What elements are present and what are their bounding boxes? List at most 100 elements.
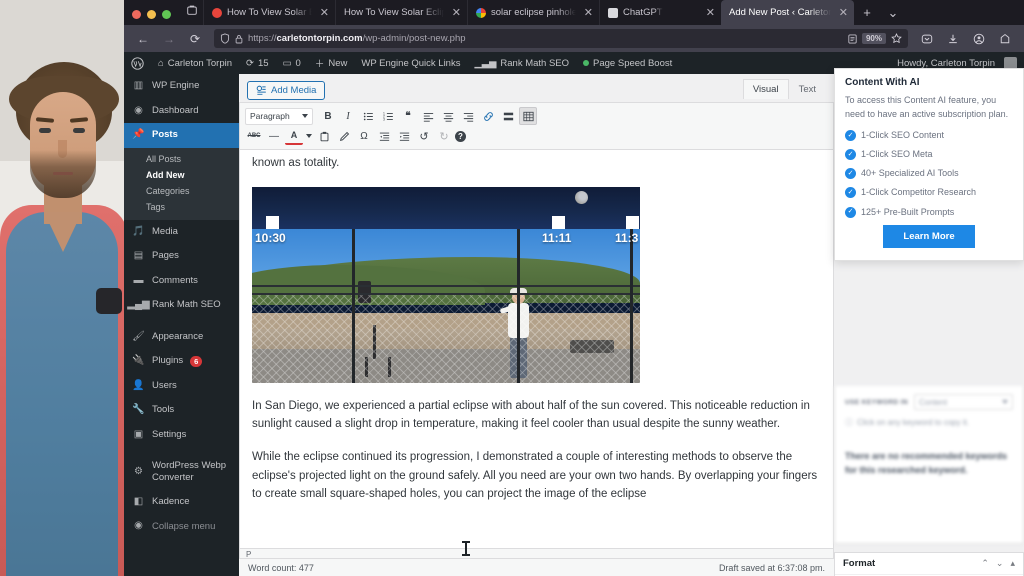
sidebar-item-dashboard[interactable]: ◉ Dashboard: [124, 99, 239, 124]
keyword-copy-hint-label: Click on any keyword to copy it.: [857, 418, 970, 427]
wp-engine-quick-links-menu[interactable]: WP Engine Quick Links: [354, 52, 467, 74]
new-tab-button[interactable]: +: [854, 0, 880, 25]
back-button[interactable]: ←: [130, 28, 156, 50]
close-window-button[interactable]: [132, 10, 141, 19]
comment-bubble-icon: ▭: [282, 57, 292, 69]
sidebar-item-media[interactable]: 🎵 Media: [124, 220, 239, 245]
sidebar-item-webp-converter[interactable]: ⚙ WordPress Webp Converter: [124, 454, 239, 490]
close-tab-icon[interactable]: ✕: [452, 6, 461, 19]
move-up-icon[interactable]: ⌃: [981, 558, 989, 569]
new-content-menu[interactable]: ＋ New: [308, 52, 355, 74]
clear-formatting-button[interactable]: [335, 127, 353, 145]
read-more-button[interactable]: [499, 107, 517, 125]
keyboard-shortcuts-button[interactable]: ?: [455, 130, 466, 142]
forward-button[interactable]: →: [156, 28, 182, 50]
sidebar-item-settings[interactable]: ▣ Settings: [124, 423, 239, 448]
strikethrough-button[interactable]: ABC: [245, 127, 263, 145]
sidebar-item-rank-math-seo[interactable]: ▂▄▆ Rank Math SEO: [124, 293, 239, 318]
shield-icon[interactable]: [220, 33, 230, 44]
lock-icon[interactable]: [235, 34, 243, 44]
address-bar[interactable]: https://carletontorpin.com/wp-admin/post…: [214, 29, 908, 48]
toggle-panel-icon[interactable]: ▴: [1010, 558, 1015, 569]
numbered-list-button[interactable]: 123: [379, 107, 397, 125]
sidebar-item-tools[interactable]: 🔧 Tools: [124, 398, 239, 423]
sidebar-subitem-add-new[interactable]: Add New: [124, 167, 239, 183]
format-metabox-header[interactable]: Format ⌃ ⌄ ▴: [835, 553, 1023, 575]
redo-button[interactable]: ↻: [435, 127, 453, 145]
close-tab-icon[interactable]: ✕: [706, 6, 715, 19]
minimize-window-button[interactable]: [147, 10, 156, 19]
post-editor: Add Media Visual Text Paragraph B I 1 2 …: [239, 74, 834, 576]
special-character-button[interactable]: Ω: [355, 127, 373, 145]
rank-math-menu[interactable]: ▁▃▅ Rank Math SEO: [467, 52, 576, 74]
browser-tab[interactable]: ChatGPT ✕: [599, 0, 721, 25]
align-center-button[interactable]: [439, 107, 457, 125]
paragraph-format-select[interactable]: Paragraph: [245, 107, 313, 125]
sidebar-item-appearance[interactable]: 🖌 Appearance: [124, 325, 239, 350]
undo-button[interactable]: ↺: [415, 127, 433, 145]
pocket-icon[interactable]: [914, 28, 940, 50]
text-color-chevron-icon[interactable]: [305, 127, 313, 145]
browser-tab[interactable]: How To View Solar Eclipse ✕: [203, 0, 335, 25]
bulleted-list-button[interactable]: [359, 107, 377, 125]
sidebar-subitem-tags[interactable]: Tags: [124, 199, 239, 215]
use-keyword-in-select[interactable]: Content: [914, 394, 1013, 410]
sidebar-item-users[interactable]: 👤 Users: [124, 374, 239, 399]
comments-menu[interactable]: ▭ 0: [276, 52, 308, 74]
move-down-icon[interactable]: ⌄: [996, 558, 1004, 569]
browser-tab[interactable]: solar eclipse pinhole came ✕: [467, 0, 599, 25]
presenter-eye-left: [39, 128, 51, 133]
paste-as-text-button[interactable]: [315, 127, 333, 145]
reload-button[interactable]: ⟳: [182, 28, 208, 50]
editor-content-body[interactable]: known as totality. 10:30 11:11 11:3 In S…: [239, 149, 834, 549]
sidebar-item-comments[interactable]: ▬ Comments: [124, 269, 239, 294]
site-name-menu[interactable]: ⌂ Carleton Torpin: [151, 52, 239, 74]
page-speed-boost-menu[interactable]: Page Speed Boost: [576, 52, 679, 74]
downloads-icon[interactable]: [940, 28, 966, 50]
close-tab-icon[interactable]: ✕: [584, 6, 593, 19]
italic-button[interactable]: I: [339, 107, 357, 125]
zoom-level-badge[interactable]: 90%: [861, 33, 886, 44]
wordpress-icon[interactable]: [124, 52, 151, 74]
text-color-button[interactable]: A: [285, 127, 303, 145]
sidebar-item-plugins[interactable]: 🔌 Plugins 6: [124, 349, 239, 374]
browser-tab-active[interactable]: Add New Post ‹ Carleton Torpi ✕: [721, 0, 854, 25]
maximize-window-button[interactable]: [162, 10, 171, 19]
align-right-button[interactable]: [459, 107, 477, 125]
sidebar-item-collapse-menu[interactable]: ◉ Collapse menu: [124, 514, 239, 539]
window-controls[interactable]: [124, 10, 181, 25]
blockquote-button[interactable]: ❝: [399, 107, 417, 125]
close-tab-icon[interactable]: ✕: [839, 6, 848, 19]
tab-overflow-chevron-icon[interactable]: ⌄: [880, 0, 906, 25]
decrease-indent-button[interactable]: [375, 127, 393, 145]
increase-indent-button[interactable]: [395, 127, 413, 145]
bold-button[interactable]: B: [319, 107, 337, 125]
extensions-icon[interactable]: [992, 28, 1018, 50]
sidebar-item-kadence[interactable]: ◧ Kadence: [124, 490, 239, 515]
insert-link-button[interactable]: [479, 107, 497, 125]
list-all-tabs-icon[interactable]: [181, 0, 203, 25]
updates-menu[interactable]: ⟳ 15: [239, 52, 276, 74]
sidebar-subitem-all-posts[interactable]: All Posts: [124, 151, 239, 167]
sidebar-subitem-categories[interactable]: Categories: [124, 183, 239, 199]
toolbar-toggle-button[interactable]: [519, 107, 537, 125]
bookmark-star-icon[interactable]: [891, 33, 902, 44]
sidebar-item-posts[interactable]: 📌 Posts: [124, 123, 239, 148]
tab-visual[interactable]: Visual: [742, 79, 789, 99]
browser-tab[interactable]: How To View Solar Eclipses wi ✕: [335, 0, 467, 25]
sidebar-item-pages[interactable]: ▤ Pages: [124, 244, 239, 269]
horizontal-line-button[interactable]: —: [265, 127, 283, 145]
sidebar-item-wp-engine[interactable]: ▥ WP Engine: [124, 74, 239, 99]
sidebar-item-label: Settings: [152, 428, 187, 440]
url-text[interactable]: https://carletontorpin.com/wp-admin/post…: [248, 33, 843, 44]
chatgpt-icon: [608, 7, 618, 18]
learn-more-button[interactable]: Learn More: [883, 224, 975, 248]
browser-window: How To View Solar Eclipse ✕ How To View …: [124, 0, 1024, 576]
account-icon[interactable]: [966, 28, 992, 50]
close-tab-icon[interactable]: ✕: [320, 6, 329, 19]
add-media-button[interactable]: Add Media: [247, 80, 326, 100]
embedded-video-still[interactable]: 10:30 11:11 11:3: [252, 186, 640, 383]
reader-view-icon[interactable]: [848, 33, 857, 44]
tab-text[interactable]: Text: [789, 79, 826, 99]
align-left-button[interactable]: [419, 107, 437, 125]
